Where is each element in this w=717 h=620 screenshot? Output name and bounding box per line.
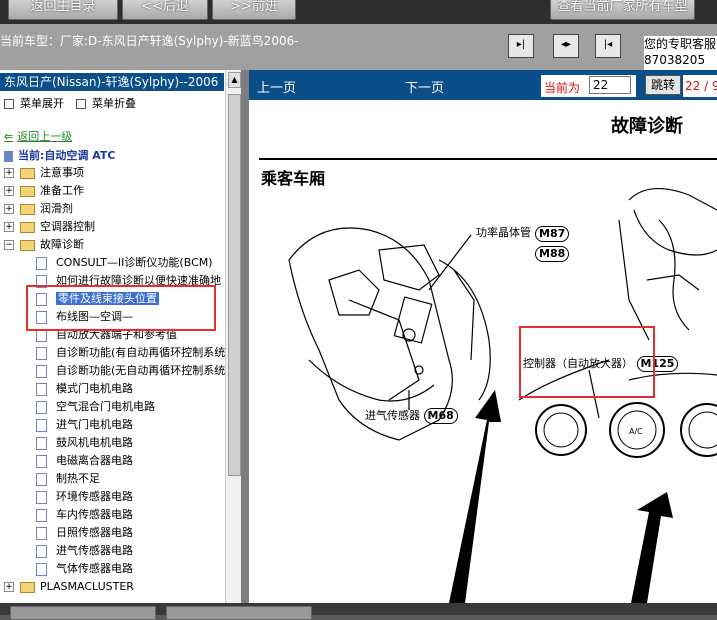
current-model-text: 当前车型：厂家:D-东风日产轩逸(Sylphy)-新蓝鸟2006- <box>0 34 299 48</box>
back-up-link[interactable]: ⇐ 返回上一级 <box>4 128 72 144</box>
folder-icon <box>20 203 35 215</box>
tree-folder[interactable]: + 准备工作 <box>4 182 84 200</box>
panel-split-icon[interactable]: ◂▸ <box>553 34 579 58</box>
prev-page-link[interactable]: 上一页 <box>257 77 296 96</box>
document-icon <box>36 526 47 540</box>
plus-icon[interactable]: + <box>4 204 14 214</box>
document-icon <box>36 562 47 576</box>
tree-scrollbar[interactable]: ▲ <box>225 70 242 603</box>
tree-doc[interactable]: 电磁离合器电路 <box>36 452 133 470</box>
document-icon <box>36 400 47 414</box>
page-total: 22 / 9 <box>685 79 717 93</box>
document-icon <box>36 364 47 378</box>
folder-icon <box>20 185 35 197</box>
tree-panel: 东风日产(Nissan)-轩逸(Sylphy)--2006 菜单展开 菜单折叠 … <box>0 70 241 603</box>
tree-header: 东风日产(Nissan)-轩逸(Sylphy)--2006 <box>0 73 224 91</box>
expand-icon <box>4 99 14 109</box>
tree-doc[interactable]: 模式门电机电路 <box>36 380 133 398</box>
back-button[interactable]: <<后退 <box>122 0 208 20</box>
document-icon <box>36 436 47 450</box>
tree-doc[interactable]: 制热不足 <box>36 470 100 488</box>
folder-open-icon <box>20 239 35 251</box>
collapse-menu-button[interactable]: 菜单折叠 <box>76 95 136 111</box>
minus-icon[interactable]: − <box>4 240 14 250</box>
tree-doc[interactable]: 气体传感器电路 <box>36 560 133 578</box>
plus-icon[interactable]: + <box>4 222 14 232</box>
document-icon <box>36 256 47 270</box>
annotation-highlight-box <box>519 326 655 398</box>
plus-icon[interactable]: + <box>4 582 14 592</box>
tree-doc[interactable]: 进气传感器电路 <box>36 542 133 560</box>
document-icon <box>36 490 47 504</box>
page-nav-bar: 上一页 下一页 当前为 22 跳转 22 / 9 <box>249 70 717 100</box>
intake-sensor-label: 进气传感器 M68 <box>365 407 458 424</box>
current-node: 当前:自动空调 ATC <box>4 147 115 163</box>
tree-folder-open[interactable]: − 故障诊断 <box>4 236 84 254</box>
all-models-button[interactable]: 查看当前厂家所有车型 <box>550 0 695 20</box>
panel-divider[interactable] <box>241 70 249 603</box>
go-button[interactable]: 跳转 <box>645 75 681 95</box>
next-page-link[interactable]: 下一页 <box>405 77 444 96</box>
customer-service-label: 您的专职客服 <box>644 37 717 51</box>
folder-icon <box>20 167 35 179</box>
power-transistor-label: 功率晶体管 <box>476 226 531 239</box>
user-icon <box>4 150 13 162</box>
back-arrow-icon: ⇐ <box>4 130 14 143</box>
scroll-thumb[interactable] <box>228 94 241 476</box>
tree-folder[interactable]: + 润滑剂 <box>4 200 73 218</box>
info-bar: 当前车型：厂家:D-东风日产轩逸(Sylphy)-新蓝鸟2006- ▸| ◂▸ … <box>0 24 717 82</box>
tree-doc[interactable]: 鼓风机电机电路 <box>36 434 133 452</box>
annotation-highlight-box <box>26 285 216 331</box>
bottom-tab[interactable] <box>10 606 156 620</box>
document-icon <box>36 382 47 396</box>
top-toolbar: 返回主目录 <<后退 >>前进 查看当前厂家所有车型 <box>0 0 717 24</box>
tree-doc[interactable]: 自诊断功能(无自动再循环控制系统 <box>36 362 225 380</box>
svg-text:A/C: A/C <box>629 427 643 436</box>
tree-folder[interactable]: + PLASMACLUSTER <box>4 578 134 596</box>
expand-menu-button[interactable]: 菜单展开 <box>4 95 64 111</box>
bottom-bar <box>0 603 717 620</box>
page-input[interactable]: 22 <box>589 76 631 94</box>
forward-button[interactable]: >>前进 <box>212 0 296 20</box>
tree-doc[interactable]: 日照传感器电路 <box>36 524 133 542</box>
tree-doc[interactable]: 环境传感器电路 <box>36 488 133 506</box>
document-icon <box>36 454 47 468</box>
connector-tag: M87 <box>535 226 570 242</box>
panel-left-icon[interactable]: ▸| <box>508 34 534 58</box>
connector-tag: M88 <box>535 246 570 262</box>
plus-icon[interactable]: + <box>4 168 14 178</box>
panel-right-icon[interactable]: |◂ <box>595 34 621 58</box>
page-label: 当前为 <box>544 81 581 95</box>
main-menu-button[interactable]: 返回主目录 <box>8 0 118 20</box>
plus-icon[interactable]: + <box>4 186 14 196</box>
document-viewer: 故障诊断 乘客车厢 A/C 功率晶体管 M87 M88 控制器（自动放大器） M… <box>249 100 717 603</box>
document-icon <box>36 346 47 360</box>
document-icon <box>36 508 47 522</box>
tree-doc[interactable]: 车内传感器电路 <box>36 506 133 524</box>
bottom-tab[interactable] <box>166 606 312 620</box>
scroll-up-icon[interactable]: ▲ <box>228 72 241 88</box>
tree-folder[interactable]: + 注意事项 <box>4 164 84 182</box>
tree-doc[interactable]: 自诊断功能(有自动再循环控制系统 <box>36 344 225 362</box>
tree-folder[interactable]: + 空调器控制 <box>4 218 95 236</box>
document-icon <box>36 418 47 432</box>
tree-doc[interactable]: CONSULT—II诊断仪功能(BCM) <box>36 254 213 272</box>
document-icon <box>36 544 47 558</box>
customer-service-phone: 87038205 <box>644 53 706 67</box>
folder-icon <box>20 221 35 233</box>
folder-icon <box>20 581 35 593</box>
tree-doc[interactable]: 空气混合门电机电路 <box>36 398 155 416</box>
tree-doc[interactable]: 进气门电机电路 <box>36 416 133 434</box>
collapse-icon <box>76 99 86 109</box>
document-icon <box>36 472 47 486</box>
